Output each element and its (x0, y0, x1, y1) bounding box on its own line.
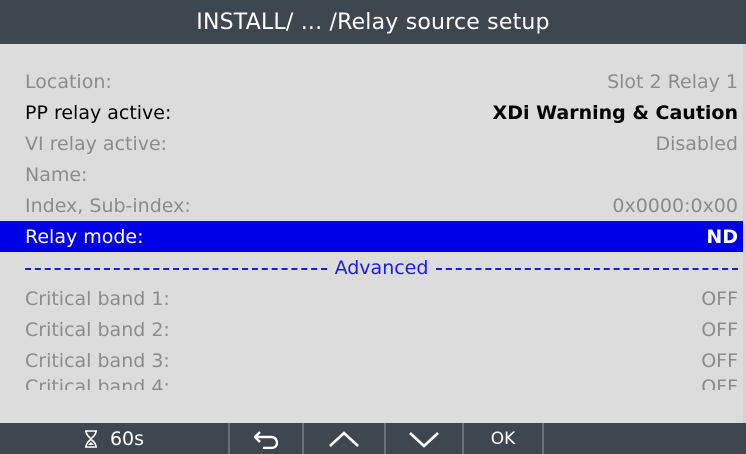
row-relay-mode[interactable]: Relay mode: ND (0, 221, 746, 252)
timer-softkey[interactable]: 60s (0, 423, 230, 454)
up-softkey[interactable] (304, 423, 386, 454)
row-pp-relay-active[interactable]: PP relay active: XDi Warning & Caution (0, 97, 746, 128)
row-value: OFF (701, 287, 738, 310)
row-value: Disabled (655, 132, 738, 155)
row-critical-band-1[interactable]: Critical band 1: OFF (0, 283, 746, 314)
row-value: OFF (701, 376, 738, 390)
separator-label: Advanced (334, 256, 429, 279)
separator-dashes-left (25, 268, 327, 270)
title-bar: INSTALL/ ... /Relay source setup (0, 0, 746, 44)
row-label: Critical band 1: (25, 287, 170, 310)
row-value: Slot 2 Relay 1 (607, 70, 738, 93)
back-softkey[interactable] (230, 423, 304, 454)
page-title: INSTALL/ ... /Relay source setup (196, 9, 550, 35)
ok-softkey[interactable]: OK (464, 423, 544, 454)
row-value: 0x0000:0x00 (612, 194, 738, 217)
row-value: XDi Warning & Caution (492, 101, 738, 124)
row-value: OFF (701, 318, 738, 341)
row-label: Critical band 3: (25, 349, 170, 372)
row-label: Relay mode: (25, 225, 144, 248)
timer-label: 60s (109, 427, 145, 450)
row-value: ND (706, 225, 738, 248)
back-arrow-icon (251, 429, 281, 449)
softkey-bar: 60s OK (0, 423, 746, 454)
row-label: Critical band 4: (25, 376, 170, 390)
separator-dashes-right (436, 268, 739, 270)
chevron-up-icon (327, 429, 361, 449)
advanced-separator: Advanced (0, 252, 746, 283)
row-label: Critical band 2: (25, 318, 170, 341)
row-label: PP relay active: (25, 101, 172, 124)
down-softkey[interactable] (386, 423, 464, 454)
row-name[interactable]: Name: (0, 159, 746, 190)
settings-list: Location: Slot 2 Relay 1 PP relay active… (0, 44, 746, 423)
row-label: Index, Sub-index: (25, 194, 191, 217)
row-critical-band-3[interactable]: Critical band 3: OFF (0, 345, 746, 376)
row-label: VI relay active: (25, 132, 168, 155)
row-label: Location: (25, 70, 112, 93)
chevron-down-icon (407, 429, 441, 449)
row-index-sub-index[interactable]: Index, Sub-index: 0x0000:0x00 (0, 190, 746, 221)
row-label: Name: (25, 163, 88, 186)
row-critical-band-2[interactable]: Critical band 2: OFF (0, 314, 746, 345)
ok-label: OK (490, 428, 516, 449)
row-critical-band-4[interactable]: Critical band 4: OFF (0, 376, 746, 390)
empty-softkey (544, 423, 746, 454)
hourglass-icon (84, 429, 98, 448)
row-location[interactable]: Location: Slot 2 Relay 1 (0, 66, 746, 97)
row-vi-relay-active[interactable]: VI relay active: Disabled (0, 128, 746, 159)
row-value: OFF (701, 349, 738, 372)
